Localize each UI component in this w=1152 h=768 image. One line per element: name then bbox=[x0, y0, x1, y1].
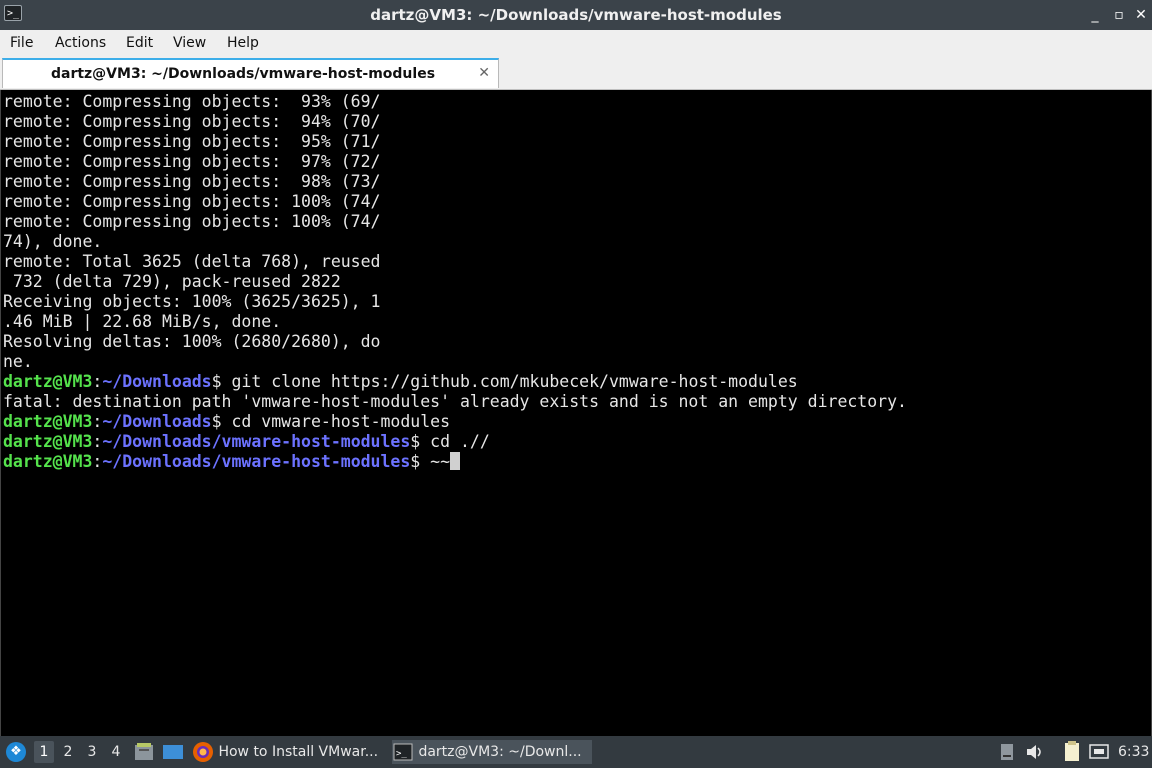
menubar: File Actions Edit View Help bbox=[0, 30, 1152, 56]
maximize-button[interactable]: ▫ bbox=[1110, 6, 1128, 24]
prompt-user: dartz@VM3 bbox=[3, 452, 93, 471]
terminal-output-line: remote: Compressing objects: 100% (74/ bbox=[3, 212, 381, 231]
prompt-command: $ cd vmware-host-modules bbox=[211, 412, 451, 431]
taskbar: ❖ 1 2 3 4 How to Install VMwar... >_ dar… bbox=[0, 736, 1152, 768]
tab-label: dartz@VM3: ~/Downloads/vmware-host-modul… bbox=[50, 66, 436, 82]
terminal-prompt-line: dartz@VM3:~/Downloads/vmware-host-module… bbox=[3, 452, 461, 472]
terminal-output-line: Resolving deltas: 100% (2680/2680), do bbox=[3, 332, 381, 351]
storage-icon[interactable] bbox=[998, 736, 1016, 768]
terminal-error-line: fatal: destination path 'vmware-host-mod… bbox=[3, 392, 907, 411]
prompt-path: ~/Downloads bbox=[102, 372, 212, 391]
prompt-user: dartz@VM3 bbox=[3, 372, 93, 391]
start-menu-icon[interactable]: ❖ bbox=[6, 742, 26, 762]
desktop-icon[interactable] bbox=[162, 736, 184, 768]
clipboard-icon[interactable] bbox=[1062, 736, 1082, 768]
prompt-command: $ git clone https://github.com/mkubecek/… bbox=[211, 372, 798, 391]
taskbar-task-terminal[interactable]: >_ dartz@VM3: ~/Downl... bbox=[392, 740, 592, 764]
close-tab-icon[interactable]: ✕ bbox=[478, 65, 490, 81]
terminal-output-line: remote: Compressing objects: 98% (73/ bbox=[3, 172, 381, 191]
terminal-output-line: remote: Total 3625 (delta 768), reused bbox=[3, 252, 381, 271]
terminal-output-line: remote: Compressing objects: 97% (72/ bbox=[3, 152, 381, 171]
prompt-user: dartz@VM3 bbox=[3, 412, 93, 431]
prompt-path: ~/Downloads/vmware-host-modules bbox=[102, 432, 411, 451]
workspace-2[interactable]: 2 bbox=[58, 741, 78, 763]
prompt-separator: : bbox=[92, 432, 103, 451]
terminal-output-line: remote: Compressing objects: 95% (71/ bbox=[3, 132, 381, 151]
terminal-prompt-line: dartz@VM3:~/Downloads/vmware-host-module… bbox=[3, 432, 490, 452]
prompt-separator: : bbox=[92, 452, 103, 471]
menu-file[interactable]: File bbox=[10, 30, 33, 56]
file-manager-icon[interactable] bbox=[134, 736, 154, 768]
network-icon[interactable] bbox=[1088, 736, 1110, 768]
prompt-user: dartz@VM3 bbox=[3, 432, 93, 451]
firefox-icon bbox=[193, 742, 213, 762]
menu-view[interactable]: View bbox=[173, 30, 206, 56]
prompt-separator: : bbox=[92, 412, 103, 431]
close-button[interactable]: ✕ bbox=[1132, 6, 1150, 24]
terminal-output-line: remote: Compressing objects: 94% (70/ bbox=[3, 112, 381, 131]
menu-actions[interactable]: Actions bbox=[55, 30, 106, 56]
prompt-separator: : bbox=[92, 372, 103, 391]
task-label: dartz@VM3: ~/Downl... bbox=[418, 744, 582, 760]
svg-text:>_: >_ bbox=[396, 749, 407, 759]
tab-bar: dartz@VM3: ~/Downloads/vmware-host-modul… bbox=[0, 56, 1152, 90]
workspace-1[interactable]: 1 bbox=[34, 741, 54, 763]
terminal-prompt-line: dartz@VM3:~/Downloads$ git clone https:/… bbox=[3, 372, 798, 392]
terminal-output-line: ne. bbox=[3, 352, 33, 371]
prompt-path: ~/Downloads bbox=[102, 412, 212, 431]
prompt-path: ~/Downloads/vmware-host-modules bbox=[102, 452, 411, 471]
menu-edit[interactable]: Edit bbox=[126, 30, 153, 56]
menu-help[interactable]: Help bbox=[227, 30, 259, 56]
window-title: dartz@VM3: ~/Downloads/vmware-host-modul… bbox=[370, 6, 782, 24]
terminal-tab[interactable]: dartz@VM3: ~/Downloads/vmware-host-modul… bbox=[2, 58, 499, 88]
terminal-output-line: .46 MiB | 22.68 MiB/s, done. bbox=[3, 312, 282, 331]
terminal-output-line: remote: Compressing objects: 93% (69/ bbox=[3, 92, 381, 111]
workspace-4[interactable]: 4 bbox=[106, 741, 126, 763]
window-titlebar[interactable]: >_ dartz@VM3: ~/Downloads/vmware-host-mo… bbox=[0, 0, 1152, 30]
prompt-command: $ ~~ bbox=[410, 452, 451, 471]
terminal-prompt-line: dartz@VM3:~/Downloads$ cd vmware-host-mo… bbox=[3, 412, 450, 432]
terminal-icon: >_ bbox=[393, 743, 413, 761]
clock[interactable]: 6:33 bbox=[1118, 736, 1149, 768]
prompt-command: $ cd .// bbox=[410, 432, 490, 451]
terminal-cursor bbox=[450, 452, 461, 470]
terminal-output-line: Receiving objects: 100% (3625/3625), 1 bbox=[3, 292, 381, 311]
terminal-output-line: 74), done. bbox=[3, 232, 103, 251]
workspace-3[interactable]: 3 bbox=[82, 741, 102, 763]
terminal-output-line: 732 (delta 729), pack-reused 2822 bbox=[3, 272, 341, 291]
minimize-button[interactable]: _ bbox=[1086, 6, 1104, 24]
taskbar-task-firefox[interactable]: How to Install VMwar... bbox=[192, 740, 388, 764]
task-label: How to Install VMwar... bbox=[218, 744, 379, 760]
terminal-output-line: remote: Compressing objects: 100% (74/ bbox=[3, 192, 381, 211]
volume-icon[interactable] bbox=[1024, 736, 1046, 768]
terminal-view[interactable]: remote: Compressing objects: 93% (69/ re… bbox=[0, 90, 1152, 736]
